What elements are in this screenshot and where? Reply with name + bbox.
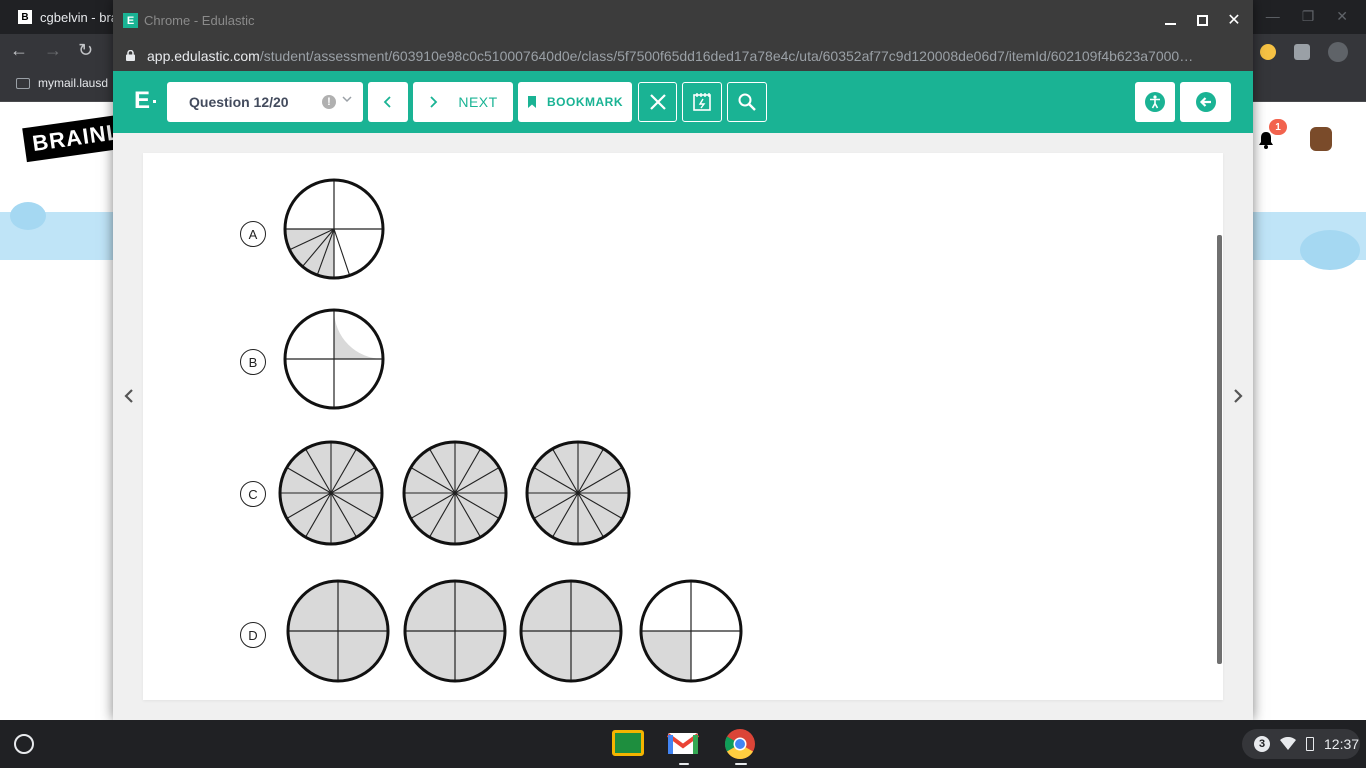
background-nav-buttons: ← → ↻ bbox=[10, 40, 93, 61]
search-icon bbox=[738, 93, 756, 111]
previous-question-arrow-icon[interactable] bbox=[119, 386, 139, 406]
popup-window-controls: ✕ bbox=[1161, 10, 1243, 30]
background-window-controls: — ❐ ✕ bbox=[1266, 8, 1348, 25]
bookmark-icon bbox=[528, 96, 536, 108]
emoji-extension-icon[interactable] bbox=[1260, 44, 1276, 60]
bg-restore-icon[interactable]: ❐ bbox=[1302, 8, 1315, 25]
exit-arrow-icon bbox=[1195, 92, 1216, 112]
url-host: app.edulastic.com bbox=[147, 48, 260, 64]
next-question-arrow-icon[interactable] bbox=[1228, 386, 1248, 406]
scratchpad-icon bbox=[693, 93, 711, 111]
fraction-circle bbox=[283, 178, 385, 280]
fraction-circle bbox=[278, 440, 384, 546]
banner-shape bbox=[1300, 230, 1360, 270]
background-tab-title: cgbelvin - bra bbox=[40, 9, 119, 25]
chevron-right-icon bbox=[430, 96, 438, 108]
chevron-left-icon bbox=[383, 96, 391, 108]
edulastic-logo-letter: E bbox=[134, 87, 151, 114]
edulastic-favicon-icon: E bbox=[123, 13, 138, 28]
content-scrollbar[interactable] bbox=[1217, 235, 1222, 664]
fraction-circle bbox=[283, 308, 385, 410]
fraction-circle bbox=[403, 579, 507, 683]
edulastic-toolbar: E Question 12/20 ! NEXT BOOKMARK bbox=[113, 71, 1253, 133]
option-c-badge[interactable]: C bbox=[240, 481, 266, 507]
option-a-badge[interactable]: A bbox=[240, 221, 266, 247]
alert-icon: ! bbox=[322, 95, 336, 109]
extensions-puzzle-icon[interactable] bbox=[1294, 44, 1310, 60]
gmail-running-indicator bbox=[679, 763, 689, 765]
user-avatar[interactable] bbox=[1310, 127, 1332, 151]
bookmark-item[interactable]: mymail.lausd bbox=[16, 76, 108, 90]
launcher-icon[interactable] bbox=[14, 734, 34, 754]
wifi-icon bbox=[1280, 737, 1296, 750]
option-d-badge[interactable]: D bbox=[240, 622, 266, 648]
background-browser-tab[interactable]: B cgbelvin - bra bbox=[8, 2, 128, 32]
fraction-circle bbox=[402, 440, 508, 546]
popup-url-text[interactable]: app.edulastic.com/student/assessment/603… bbox=[147, 48, 1237, 64]
fraction-circle bbox=[525, 440, 631, 546]
chrome-running-indicator bbox=[735, 763, 747, 765]
popup-title: Chrome - Edulastic bbox=[144, 13, 255, 28]
status-tray[interactable]: 3 12:37 bbox=[1242, 729, 1360, 759]
bookmark-label: BOOKMARK bbox=[547, 95, 623, 109]
option-b-badge[interactable]: B bbox=[240, 349, 266, 375]
clock-time: 12:37 bbox=[1324, 736, 1360, 752]
banner-shape bbox=[10, 202, 46, 230]
forward-icon[interactable]: → bbox=[44, 40, 62, 61]
question-label: Question 12/20 bbox=[189, 94, 289, 110]
chevron-down-icon bbox=[342, 96, 352, 103]
exit-button[interactable] bbox=[1180, 82, 1231, 122]
fraction-circle bbox=[286, 579, 390, 683]
edulastic-popup-window: E Chrome - Edulastic ✕ app.edulastic.com… bbox=[113, 0, 1253, 720]
bg-minimize-icon[interactable]: — bbox=[1266, 8, 1280, 25]
edulastic-logo: E bbox=[134, 87, 157, 114]
profile-icon[interactable] bbox=[1328, 42, 1348, 62]
magnifier-button[interactable] bbox=[727, 82, 767, 122]
accessibility-button[interactable] bbox=[1135, 82, 1175, 122]
maximize-icon[interactable] bbox=[1193, 10, 1211, 30]
minimize-icon[interactable] bbox=[1161, 10, 1179, 30]
brainly-favicon-icon: B bbox=[18, 10, 32, 24]
bookmark-button[interactable]: BOOKMARK bbox=[518, 82, 632, 122]
notification-count-icon: 3 bbox=[1254, 736, 1270, 752]
next-button[interactable]: NEXT bbox=[413, 82, 513, 122]
bookmark-label: mymail.lausd bbox=[38, 76, 109, 90]
bg-close-icon[interactable]: ✕ bbox=[1336, 8, 1348, 25]
chrome-icon[interactable] bbox=[724, 728, 756, 760]
lock-icon bbox=[126, 50, 135, 61]
accessibility-icon bbox=[1145, 92, 1165, 112]
extension-icons bbox=[1260, 42, 1348, 62]
scratchpad-button[interactable] bbox=[682, 82, 722, 122]
url-path: /student/assessment/603910e98c0c51000764… bbox=[259, 48, 1194, 64]
question-selector[interactable]: Question 12/20 ! bbox=[167, 82, 363, 122]
reload-icon[interactable]: ↻ bbox=[78, 40, 93, 61]
previous-button[interactable] bbox=[368, 82, 408, 122]
close-window-icon[interactable]: ✕ bbox=[1225, 10, 1243, 30]
cross-out-icon bbox=[649, 94, 666, 110]
google-classroom-icon[interactable] bbox=[612, 730, 644, 756]
eliminator-button[interactable] bbox=[638, 82, 677, 122]
back-icon[interactable]: ← bbox=[10, 40, 28, 61]
folder-icon bbox=[16, 77, 30, 89]
popup-titlebar: E Chrome - Edulastic ✕ bbox=[113, 0, 1253, 41]
fraction-circle bbox=[519, 579, 623, 683]
notification-count-badge: 1 bbox=[1269, 119, 1287, 135]
gmail-icon[interactable] bbox=[667, 730, 699, 756]
battery-icon bbox=[1306, 737, 1314, 751]
fraction-circle bbox=[639, 579, 743, 683]
next-label: NEXT bbox=[458, 94, 498, 110]
